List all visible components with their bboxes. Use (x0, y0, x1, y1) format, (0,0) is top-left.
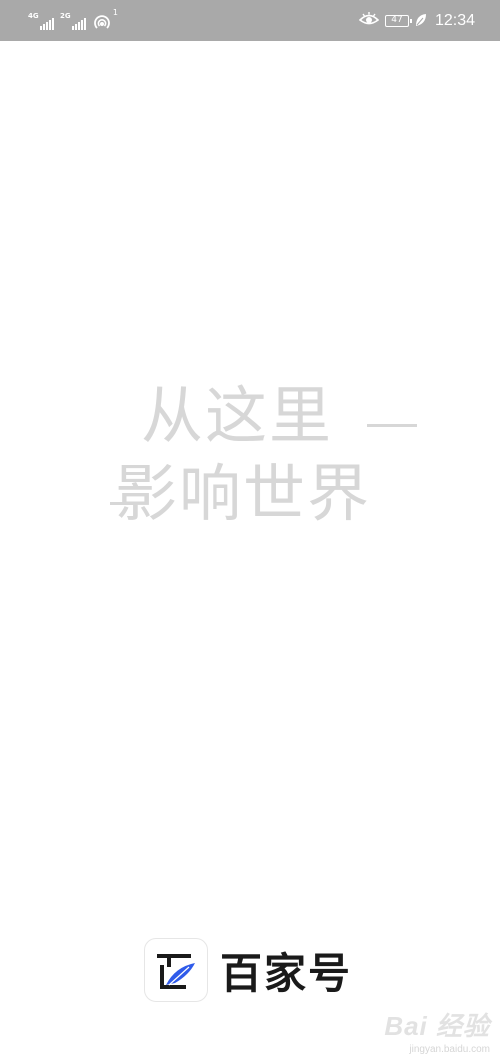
sim1-signal-icon: 4G (28, 12, 54, 32)
brand-name: 百家号 (220, 948, 353, 998)
slogan-stroke-decoration (367, 424, 417, 427)
watermark-url: jingyan.baidu.com (409, 1044, 490, 1055)
slogan-stroke-decoration-2 (110, 502, 136, 505)
sim2-network-type: 2G (60, 12, 71, 20)
sim1-network-type: 4G (28, 12, 39, 20)
baijiahao-logo-icon (144, 938, 208, 1002)
watermark: Bai 经验 jingyan.baidu.com (384, 1006, 490, 1055)
brand-footer: 百家号 (144, 937, 352, 1003)
hotspot-icon: 1 (92, 8, 118, 32)
status-bar-right: 47 12:34 (358, 10, 475, 32)
battery-icon: 47 (384, 15, 412, 27)
battery-level: 47 (391, 15, 403, 25)
clock: 12:34 (434, 12, 475, 29)
eye-icon (358, 11, 380, 31)
watermark-text: Bai 经验 (384, 1011, 490, 1041)
leaf-icon (415, 12, 427, 31)
slogan-line-1: 从这里 (141, 379, 334, 452)
status-bar: 4G 2G 1 47 12:34 (0, 0, 500, 41)
sim2-signal-icon: 2G (60, 12, 86, 32)
hotspot-count: 1 (112, 8, 118, 17)
slogan-line-2: 影响世界 (115, 457, 372, 530)
status-bar-left: 4G 2G 1 (28, 8, 118, 32)
